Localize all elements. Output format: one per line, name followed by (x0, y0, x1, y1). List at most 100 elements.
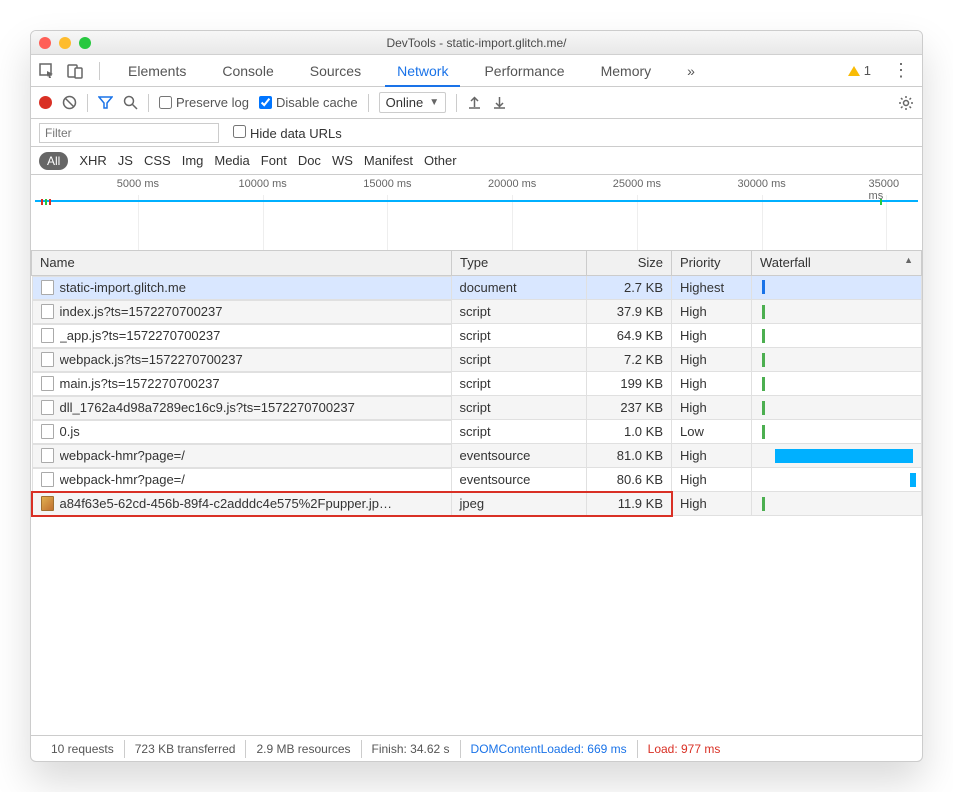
filter-type-manifest[interactable]: Manifest (364, 153, 413, 168)
filter-type-css[interactable]: CSS (144, 153, 171, 168)
status-finish: Finish: 34.62 s (362, 740, 461, 758)
timeline-tick: 15000 ms (363, 178, 411, 190)
throttling-select[interactable]: Online▼ (379, 92, 446, 113)
file-icon (41, 400, 54, 415)
file-icon (41, 328, 54, 343)
warning-icon (848, 66, 860, 76)
filter-icon[interactable] (98, 95, 113, 110)
table-row[interactable]: _app.js?ts=1572270700237script64.9 KBHig… (32, 324, 922, 348)
file-icon (41, 424, 54, 439)
table-row[interactable]: main.js?ts=1572270700237script199 KBHigh (32, 372, 922, 396)
timeline-activity-bar (35, 200, 918, 202)
filter-type-js[interactable]: JS (118, 153, 133, 168)
status-transferred: 723 KB transferred (125, 740, 247, 758)
table-row[interactable]: 0.jsscript1.0 KBLow (32, 420, 922, 444)
inspect-icon[interactable] (39, 63, 55, 79)
col-priority[interactable]: Priority (672, 251, 752, 275)
status-requests: 10 requests (41, 740, 125, 758)
filter-type-other[interactable]: Other (424, 153, 457, 168)
clear-icon[interactable] (62, 95, 77, 110)
file-icon (41, 448, 54, 463)
filter-type-doc[interactable]: Doc (298, 153, 321, 168)
file-icon (41, 304, 54, 319)
request-name: main.js?ts=1572270700237 (60, 376, 220, 391)
close-window-button[interactable] (39, 37, 51, 49)
file-icon (41, 352, 54, 367)
sort-ascending-icon: ▲ (904, 255, 913, 265)
timeline-tick: 30000 ms (737, 178, 785, 190)
search-icon[interactable] (123, 95, 138, 110)
more-tabs-button[interactable]: » (675, 55, 707, 87)
hide-data-urls-checkbox[interactable]: Hide data URLs (233, 125, 342, 141)
image-file-icon (41, 496, 54, 511)
timeline-tick: 20000 ms (488, 178, 536, 190)
tab-performance[interactable]: Performance (472, 55, 576, 87)
timeline-tick: 10000 ms (239, 178, 287, 190)
kebab-menu-icon[interactable]: ⋮ (888, 60, 914, 81)
warnings-badge[interactable]: 1 (843, 62, 876, 79)
table-header-row: Name Type Size Priority Waterfall▲ (32, 251, 922, 275)
request-name: _app.js?ts=1572270700237 (60, 328, 221, 343)
table-row[interactable]: webpack.js?ts=1572270700237script7.2 KBH… (32, 348, 922, 372)
download-har-icon[interactable] (492, 95, 507, 110)
table-row[interactable]: a84f63e5-62cd-456b-89f4-c2adddc4e575%2Fp… (32, 492, 922, 516)
status-domcontentloaded: DOMContentLoaded: 669 ms (461, 740, 638, 758)
titlebar: DevTools - static-import.glitch.me/ (31, 31, 922, 55)
request-name: index.js?ts=1572270700237 (60, 304, 223, 319)
status-load: Load: 977 ms (638, 740, 731, 758)
status-bar: 10 requests 723 KB transferred 2.9 MB re… (31, 735, 922, 761)
col-waterfall[interactable]: Waterfall▲ (752, 251, 922, 275)
tab-console[interactable]: Console (210, 55, 285, 87)
filter-bar: Hide data URLs (31, 119, 922, 147)
settings-gear-icon[interactable] (898, 95, 914, 111)
col-type[interactable]: Type (452, 251, 587, 275)
type-filter-row: All XHR JS CSS Img Media Font Doc WS Manifest Oth… (31, 147, 922, 175)
tab-sources[interactable]: Sources (298, 55, 373, 87)
network-toolbar: Preserve log Disable cache Online▼ (31, 87, 922, 119)
filter-input[interactable] (39, 123, 219, 143)
window-title: DevTools - static-import.glitch.me/ (31, 36, 922, 50)
devtools-window: DevTools - static-import.glitch.me/ Elem… (30, 30, 923, 762)
request-name: a84f63e5-62cd-456b-89f4-c2adddc4e575%2Fp… (60, 496, 392, 511)
record-button[interactable] (39, 96, 52, 109)
timeline-tick: 25000 ms (613, 178, 661, 190)
disable-cache-checkbox[interactable]: Disable cache (259, 95, 358, 110)
request-name: webpack.js?ts=1572270700237 (60, 352, 243, 367)
col-size[interactable]: Size (587, 251, 672, 275)
minimize-window-button[interactable] (59, 37, 71, 49)
col-name[interactable]: Name (32, 251, 452, 275)
table-row[interactable]: webpack-hmr?page=/eventsource81.0 KBHigh (32, 444, 922, 468)
timeline-overview[interactable]: 5000 ms 10000 ms 15000 ms 20000 ms 25000 ms 3… (31, 175, 922, 251)
filter-all-pill[interactable]: All (39, 152, 68, 170)
timeline-tick: 5000 ms (117, 178, 159, 190)
maximize-window-button[interactable] (79, 37, 91, 49)
table-row[interactable]: index.js?ts=1572270700237script37.9 KBHi… (32, 300, 922, 324)
file-icon (41, 280, 54, 295)
table-row[interactable]: static-import.glitch.medocument2.7 KBHig… (32, 275, 922, 300)
preserve-log-checkbox[interactable]: Preserve log (159, 95, 249, 110)
table-row[interactable]: dll_1762a4d98a7289ec16c9.js?ts=157227070… (32, 396, 922, 420)
main-toolbar: Elements Console Sources Network Performance… (31, 55, 922, 87)
request-name: webpack-hmr?page=/ (60, 472, 185, 487)
tab-network[interactable]: Network (385, 55, 460, 87)
tab-memory[interactable]: Memory (589, 55, 664, 87)
filter-type-font[interactable]: Font (261, 153, 287, 168)
status-resources: 2.9 MB resources (246, 740, 361, 758)
requests-table: Name Type Size Priority Waterfall▲ stati… (31, 251, 922, 735)
filter-type-xhr[interactable]: XHR (79, 153, 106, 168)
tab-elements[interactable]: Elements (116, 55, 198, 87)
table-row[interactable]: webpack-hmr?page=/eventsource80.6 KBHigh (32, 468, 922, 492)
upload-har-icon[interactable] (467, 95, 482, 110)
request-name: webpack-hmr?page=/ (60, 448, 185, 463)
filter-type-media[interactable]: Media (214, 153, 249, 168)
window-controls (39, 37, 91, 49)
file-icon (41, 376, 54, 391)
request-name: dll_1762a4d98a7289ec16c9.js?ts=157227070… (60, 400, 355, 415)
device-toggle-icon[interactable] (67, 63, 83, 79)
filter-type-ws[interactable]: WS (332, 153, 353, 168)
chevron-down-icon: ▼ (429, 97, 439, 108)
request-name: static-import.glitch.me (60, 280, 186, 295)
request-name: 0.js (60, 424, 80, 439)
filter-type-img[interactable]: Img (182, 153, 204, 168)
file-icon (41, 472, 54, 487)
